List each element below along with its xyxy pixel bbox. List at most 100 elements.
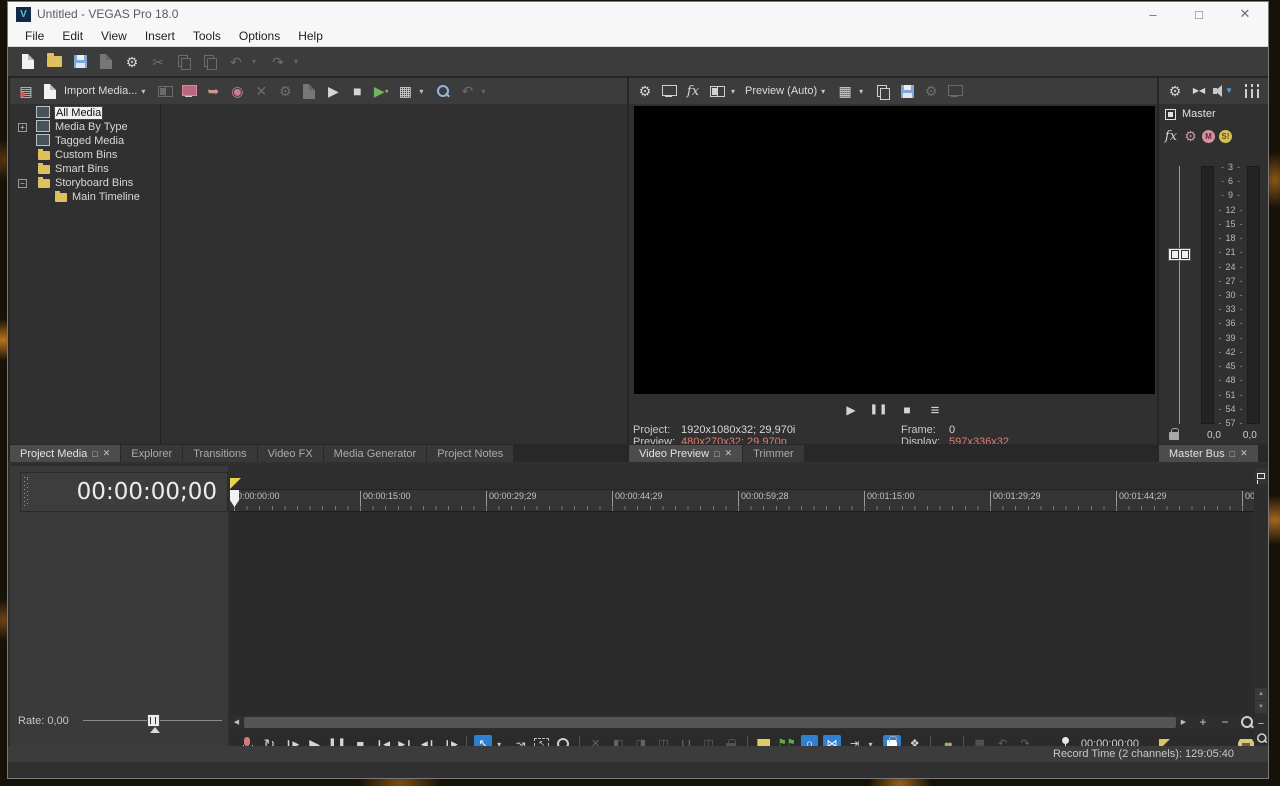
- undo-dropdown-icon[interactable]: ▾: [252, 57, 262, 66]
- volume-fader-handle[interactable]: [1168, 248, 1191, 261]
- new-bin-icon[interactable]: ▤: [16, 81, 36, 101]
- preview-play-icon[interactable]: ▶: [843, 400, 859, 420]
- video-monitor-icon[interactable]: [945, 81, 965, 101]
- speaker-mute-icon[interactable]: ▼: [1213, 81, 1233, 101]
- copy-snapshot-icon[interactable]: [873, 81, 893, 101]
- stop-preview-icon[interactable]: ■: [347, 81, 367, 101]
- bus-collapse-icon[interactable]: [1165, 108, 1176, 120]
- bus-fx-icon[interactable]: fx: [1163, 126, 1179, 146]
- tab-video-fx[interactable]: Video FX: [257, 445, 323, 462]
- menu-view[interactable]: View: [92, 29, 136, 43]
- menu-file[interactable]: File: [16, 29, 53, 43]
- preview-thumb-icon[interactable]: [155, 81, 175, 101]
- tree-item-media-by-type[interactable]: + Media By Type: [10, 120, 160, 134]
- tree-item-storyboard-bins[interactable]: − Storyboard Bins: [10, 176, 160, 190]
- zoom-in-time-icon[interactable]: +: [1196, 716, 1210, 729]
- float-window-icon[interactable]: □: [1230, 449, 1235, 459]
- tree-item-all-media[interactable]: All Media: [10, 106, 160, 120]
- preview-settings-gear-icon[interactable]: ⚙: [635, 81, 655, 101]
- pm-undo-icon[interactable]: ↶: [457, 81, 477, 101]
- views-dropdown-icon[interactable]: ▾: [419, 87, 429, 96]
- split-screen-icon[interactable]: [707, 81, 727, 101]
- scroll-right-icon[interactable]: ▶: [1177, 716, 1190, 729]
- scroll-up-icon[interactable]: ▲: [1255, 688, 1267, 700]
- solo-icon[interactable]: S!: [1219, 129, 1232, 143]
- search-media-icon[interactable]: [433, 81, 453, 101]
- close-tab-icon[interactable]: ✕: [1240, 448, 1248, 459]
- pm-undo-dropdown-icon[interactable]: ▾: [481, 87, 491, 96]
- start-preview-icon[interactable]: ▶: [323, 81, 343, 101]
- downmix-icon[interactable]: ▶◀: [1189, 81, 1209, 101]
- overlays-grid-icon[interactable]: ▦: [835, 81, 855, 101]
- undo-icon[interactable]: ↶: [226, 52, 246, 72]
- import-media-button[interactable]: Import Media...: [64, 85, 137, 97]
- vscrollbar-track[interactable]: [1255, 490, 1267, 686]
- import-media-icon[interactable]: [40, 81, 60, 101]
- tab-trimmer[interactable]: Trimmer: [743, 445, 804, 462]
- media-properties-icon[interactable]: ⚙: [275, 81, 295, 101]
- tab-project-notes[interactable]: Project Notes: [427, 445, 514, 462]
- preview-quality-button[interactable]: Preview (Auto): [745, 85, 817, 97]
- paste-icon[interactable]: [200, 52, 220, 72]
- tree-item-tagged-media[interactable]: Tagged Media: [10, 134, 160, 148]
- marker-bar[interactable]: [230, 466, 1254, 490]
- menu-options[interactable]: Options: [230, 29, 289, 43]
- mixer-settings-gear-icon[interactable]: ⚙: [1165, 81, 1185, 101]
- external-monitor-icon[interactable]: [659, 81, 679, 101]
- pane-divider[interactable]: [160, 104, 161, 444]
- copy-icon[interactable]: [174, 52, 194, 72]
- 360-preview-icon[interactable]: ⚙: [921, 81, 941, 101]
- zoom-track-tool-icon[interactable]: [1255, 731, 1267, 744]
- save-snapshot-icon[interactable]: [897, 81, 917, 101]
- tab-master-bus[interactable]: Master Bus □ ✕: [1159, 445, 1258, 462]
- properties-gear-icon[interactable]: ⚙: [122, 52, 142, 72]
- open-project-icon[interactable]: [44, 52, 64, 72]
- zoom-tool-corner-icon[interactable]: [1240, 716, 1254, 729]
- insert-marker-icon[interactable]: [1255, 468, 1267, 484]
- rate-slider-handle[interactable]: [146, 714, 160, 727]
- video-output-fx-icon[interactable]: fx: [683, 81, 703, 101]
- redo-dropdown-icon[interactable]: ▾: [294, 57, 304, 66]
- rate-slider[interactable]: [82, 714, 222, 733]
- menu-insert[interactable]: Insert: [136, 29, 184, 43]
- fader-lock-icon[interactable]: [1169, 427, 1179, 440]
- zoom-out-time-icon[interactable]: −: [1218, 716, 1232, 729]
- scroll-down-icon[interactable]: ▼: [1255, 701, 1267, 713]
- tree-item-smart-bins[interactable]: Smart Bins: [10, 162, 160, 176]
- tab-transitions[interactable]: Transitions: [183, 445, 257, 462]
- media-fx-icon[interactable]: [299, 81, 319, 101]
- preview-quality-dropdown-icon[interactable]: ▾: [821, 87, 831, 96]
- expand-icon[interactable]: +: [18, 122, 27, 132]
- zoom-out-track-icon[interactable]: −: [1255, 717, 1267, 730]
- rate-center-marker[interactable]: [149, 727, 160, 733]
- import-media-dropdown-icon[interactable]: ▾: [141, 87, 151, 96]
- split-screen-dropdown-icon[interactable]: ▾: [731, 87, 741, 96]
- views-icon[interactable]: ▦: [395, 81, 415, 101]
- tree-item-custom-bins[interactable]: Custom Bins: [10, 148, 160, 162]
- horizontal-scrollbar[interactable]: ◀ ▶ + −: [230, 715, 1254, 729]
- preview-stop-icon[interactable]: ■: [899, 400, 915, 420]
- menu-edit[interactable]: Edit: [53, 29, 92, 43]
- extract-audio-icon[interactable]: ◉: [227, 81, 247, 101]
- overlays-dropdown-icon[interactable]: ▾: [859, 87, 869, 96]
- menu-help[interactable]: Help: [289, 29, 332, 43]
- scroll-left-icon[interactable]: ◀: [230, 716, 243, 729]
- float-window-icon[interactable]: □: [714, 449, 719, 459]
- mute-icon[interactable]: M: [1202, 129, 1215, 143]
- collapse-icon[interactable]: −: [18, 178, 27, 188]
- scrollbar-thumb[interactable]: [244, 716, 1176, 728]
- menu-tools[interactable]: Tools: [184, 29, 230, 43]
- auto-preview-icon[interactable]: ▶ ●: [371, 81, 391, 101]
- tab-project-media[interactable]: Project Media □ ✕: [10, 445, 121, 462]
- automation-gear-icon[interactable]: ⚙: [1183, 126, 1198, 146]
- tab-media-generator[interactable]: Media Generator: [323, 445, 427, 462]
- close-tab-icon[interactable]: ✕: [725, 448, 733, 459]
- time-ruler[interactable]: 0:00:00:00 00:00:15:00 00:00:29;29 00:00:44…: [230, 490, 1254, 512]
- tree-item-main-timeline[interactable]: Main Timeline: [10, 190, 160, 204]
- track-view-empty[interactable]: [230, 513, 1254, 715]
- tab-video-preview[interactable]: Video Preview □ ✕: [629, 445, 743, 462]
- tab-explorer[interactable]: Explorer: [121, 445, 183, 462]
- new-project-icon[interactable]: [18, 52, 38, 72]
- cut-icon[interactable]: ✂: [148, 52, 168, 72]
- minimize-button[interactable]: –: [1130, 2, 1176, 26]
